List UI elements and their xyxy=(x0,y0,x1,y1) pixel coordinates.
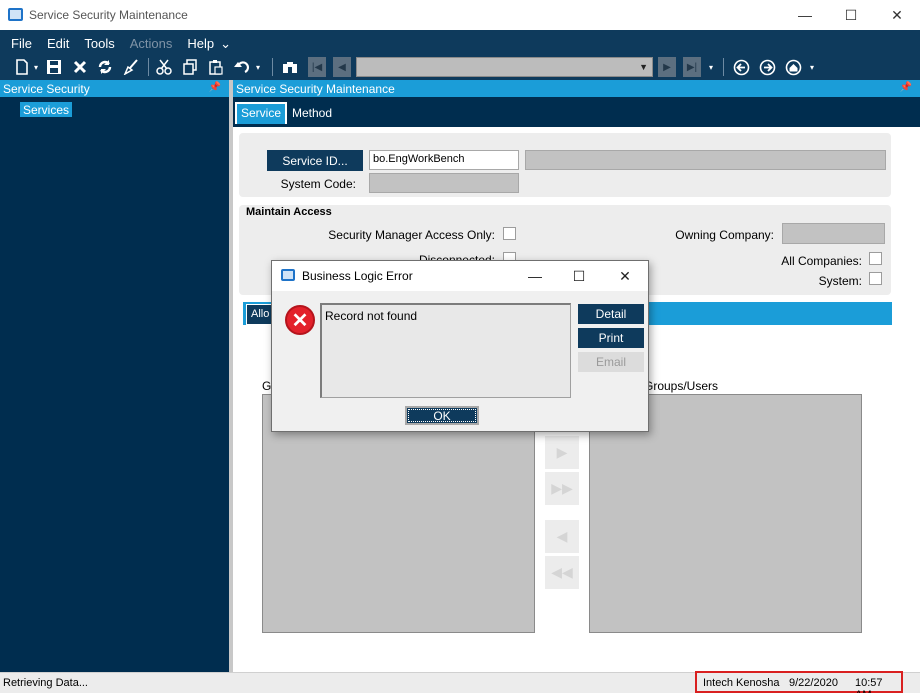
window-title: Service Security Maintenance xyxy=(29,8,188,22)
error-message: Record not found xyxy=(320,303,571,398)
home-dropdown-icon[interactable]: ▾ xyxy=(807,56,817,78)
pin-icon[interactable]: 📌 xyxy=(900,82,912,93)
menu-file[interactable]: File xyxy=(0,32,36,52)
menu-tools[interactable]: Tools xyxy=(73,32,118,52)
security-manager-label: Security Manager Access Only: xyxy=(328,228,495,242)
next-record-icon[interactable]: ▶ xyxy=(658,57,676,77)
dialog-minimize-button[interactable]: — xyxy=(512,261,558,291)
search-icon[interactable] xyxy=(280,56,300,78)
window-title-bar: Service Security Maintenance — ☐ ✕ xyxy=(0,0,920,30)
owning-company-field xyxy=(782,223,885,244)
home-icon[interactable] xyxy=(783,56,803,78)
maintain-access-title: Maintain Access xyxy=(246,206,332,218)
menu-help[interactable]: Help xyxy=(176,32,218,52)
tree-item-services[interactable]: Services xyxy=(20,102,73,117)
delete-icon[interactable] xyxy=(70,56,90,78)
service-description-field xyxy=(525,150,886,170)
clear-icon[interactable] xyxy=(121,56,141,78)
security-manager-checkbox[interactable] xyxy=(503,227,516,240)
dialog-maximize-button[interactable]: ☐ xyxy=(556,261,602,291)
toolbar: ▾ ▾ |◀ ◀ ▼ ▶ ▶| ▾ ▾ xyxy=(0,54,920,80)
copy-icon[interactable] xyxy=(180,56,200,78)
menu-overflow-icon[interactable]: ⌄ xyxy=(218,32,235,52)
previous-record-icon[interactable]: ◀ xyxy=(333,57,351,77)
status-date: 9/22/2020 xyxy=(789,677,838,689)
pin-icon[interactable]: 📌 xyxy=(209,82,221,93)
toolbar-separator xyxy=(272,58,273,76)
cut-icon[interactable] xyxy=(154,56,174,78)
dialog-title-bar: Business Logic Error — ☐ ✕ xyxy=(272,261,648,291)
system-code-label: System Code: xyxy=(280,177,356,191)
right-panel-header: Service Security Maintenance 📌 xyxy=(233,80,920,97)
close-button[interactable]: ✕ xyxy=(874,0,920,30)
maximize-button[interactable]: ☐ xyxy=(828,0,874,30)
error-icon: ✕ xyxy=(285,305,315,335)
left-panel xyxy=(0,80,229,672)
system-code-field xyxy=(369,173,519,193)
nav-dropdown-icon[interactable]: ▾ xyxy=(706,56,716,78)
print-button[interactable]: Print xyxy=(578,328,644,348)
remove-all-icon[interactable]: ◀◀ xyxy=(545,556,579,589)
tab-service[interactable]: Service xyxy=(235,102,288,124)
back-icon[interactable] xyxy=(731,56,751,78)
groups-users-label: Groups/Users xyxy=(644,379,719,393)
dialog-title: Business Logic Error xyxy=(302,269,413,283)
status-session-info: Intech Kenosha 9/22/2020 10:57 AM xyxy=(695,671,903,693)
system-checkbox[interactable] xyxy=(869,272,882,285)
new-dropdown-icon[interactable]: ▾ xyxy=(31,56,41,78)
service-id-button[interactable]: Service ID... xyxy=(267,150,363,171)
email-button[interactable]: Email xyxy=(578,352,644,372)
minimize-button[interactable]: — xyxy=(782,0,828,30)
paste-icon[interactable] xyxy=(206,56,226,78)
forward-icon[interactable] xyxy=(757,56,777,78)
new-icon[interactable] xyxy=(12,56,32,78)
system-label: System: xyxy=(818,274,862,288)
service-id-field[interactable]: bo.EngWorkBench xyxy=(369,150,519,170)
left-panel-title: Service Security xyxy=(3,82,90,96)
undo-dropdown-icon[interactable]: ▾ xyxy=(253,56,263,78)
all-companies-label: All Companies: xyxy=(781,254,862,268)
toolbar-separator xyxy=(148,58,149,76)
status-company: Intech Kenosha xyxy=(703,677,780,689)
toolbar-separator xyxy=(723,58,724,76)
ok-button[interactable]: OK xyxy=(405,406,479,425)
first-record-icon[interactable]: |◀ xyxy=(308,57,326,77)
detail-button[interactable]: Detail xyxy=(578,304,644,324)
save-icon[interactable] xyxy=(44,56,64,78)
undo-icon[interactable] xyxy=(232,56,252,78)
right-panel-title: Service Security Maintenance xyxy=(236,82,395,96)
available-list-label: G xyxy=(262,379,272,393)
menu-bar: File Edit Tools Actions Help ⌄ xyxy=(0,32,235,52)
menu-actions[interactable]: Actions xyxy=(119,32,177,52)
record-combo[interactable]: ▼ xyxy=(356,57,653,77)
all-companies-checkbox[interactable] xyxy=(869,252,882,265)
chevron-down-icon: ▼ xyxy=(639,62,648,72)
left-panel-header: Service Security 📌 xyxy=(0,80,229,97)
menu-edit[interactable]: Edit xyxy=(36,32,73,52)
app-icon xyxy=(8,8,23,21)
last-record-icon[interactable]: ▶| xyxy=(683,57,701,77)
owning-company-label: Owning Company: xyxy=(675,228,774,242)
add-one-icon[interactable]: ▶ xyxy=(545,436,579,469)
tab-method[interactable]: Method xyxy=(288,102,336,124)
business-logic-error-dialog: Business Logic Error — ☐ ✕ ✕ Record not … xyxy=(271,260,649,432)
remove-one-icon[interactable]: ◀ xyxy=(545,520,579,553)
dialog-app-icon xyxy=(281,269,295,281)
add-all-icon[interactable]: ▶▶ xyxy=(545,472,579,505)
refresh-icon[interactable] xyxy=(95,56,115,78)
dialog-close-button[interactable]: ✕ xyxy=(602,261,648,291)
tabs-band xyxy=(233,97,920,127)
status-message: Retrieving Data... xyxy=(3,677,88,689)
status-time: 10:57 AM xyxy=(855,677,883,693)
